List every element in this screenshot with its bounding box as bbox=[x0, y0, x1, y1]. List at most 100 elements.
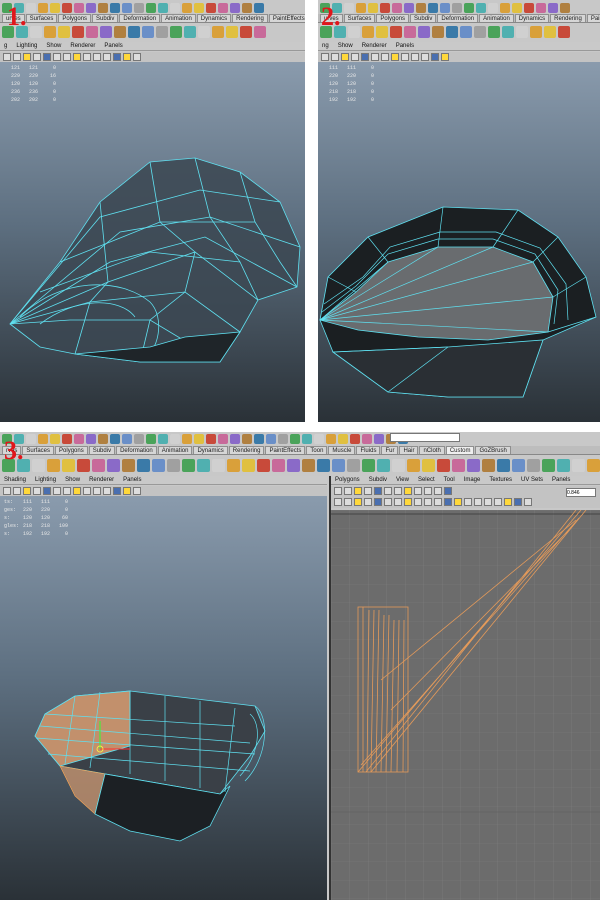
panel-tool-icon[interactable] bbox=[374, 498, 382, 506]
menu-item[interactable]: Panels bbox=[552, 476, 570, 484]
shelf-tab[interactable]: Rendering bbox=[228, 446, 265, 454]
panel-tool-icon[interactable] bbox=[514, 498, 522, 506]
panel-tool-icon[interactable] bbox=[93, 487, 101, 495]
shelf-tool-icon[interactable] bbox=[182, 2, 192, 13]
shelf-tool-icon[interactable] bbox=[497, 458, 510, 472]
shelf-tool-icon[interactable] bbox=[428, 2, 438, 13]
panel-tool-icon[interactable] bbox=[63, 53, 71, 61]
shelf-tool-icon[interactable] bbox=[92, 458, 105, 472]
shelf-tool-icon[interactable] bbox=[156, 25, 168, 38]
shelf-tab[interactable]: Surfaces bbox=[25, 14, 58, 22]
shelf-tab[interactable]: PaintEffects bbox=[268, 14, 305, 22]
shelf-tool-icon[interactable] bbox=[86, 433, 96, 444]
shelf-tool-icon[interactable] bbox=[134, 433, 144, 444]
panel-tool-icon[interactable] bbox=[3, 487, 11, 495]
panel-tool-icon[interactable] bbox=[494, 498, 502, 506]
shelf-tab[interactable]: PaintEffects bbox=[586, 14, 600, 22]
shelf-tool-icon[interactable] bbox=[158, 2, 168, 13]
panel-tool-icon[interactable] bbox=[83, 487, 91, 495]
shelf-tool-icon[interactable] bbox=[212, 458, 225, 472]
shelf-tool-icon[interactable] bbox=[338, 433, 348, 444]
shelf-tool-icon[interactable] bbox=[122, 2, 132, 13]
panel-tool-icon[interactable] bbox=[113, 53, 121, 61]
shelf-tool-icon[interactable] bbox=[344, 2, 354, 13]
panel-tool-icon[interactable] bbox=[354, 498, 362, 506]
shelf-tool-icon[interactable] bbox=[206, 433, 216, 444]
panel-tool-icon[interactable] bbox=[3, 53, 11, 61]
shelf-tool-icon[interactable] bbox=[467, 458, 480, 472]
panel-tool-icon[interactable] bbox=[113, 487, 121, 495]
shelf-tool-icon[interactable] bbox=[524, 2, 534, 13]
shelf-tool-icon[interactable] bbox=[206, 2, 216, 13]
shelf-tab[interactable]: Hair bbox=[399, 446, 419, 454]
shelf-tool-icon[interactable] bbox=[290, 433, 300, 444]
shelf-tab[interactable]: Toon bbox=[306, 446, 328, 454]
shelf-tool-icon[interactable] bbox=[254, 2, 264, 13]
panel-tool-icon[interactable] bbox=[53, 53, 61, 61]
panel-tool-icon[interactable] bbox=[73, 53, 81, 61]
shelf-tool-icon[interactable] bbox=[197, 458, 210, 472]
shelf-tab[interactable]: Fur bbox=[381, 446, 399, 454]
menu-item[interactable]: Textures bbox=[489, 476, 512, 484]
panel-tool-icon[interactable] bbox=[23, 487, 31, 495]
panel-tool-icon[interactable] bbox=[384, 498, 392, 506]
shelf-tool-icon[interactable] bbox=[142, 25, 154, 38]
shelf-tool-icon[interactable] bbox=[257, 458, 270, 472]
shelf-tool-icon[interactable] bbox=[326, 433, 336, 444]
panel-tool-icon[interactable] bbox=[23, 53, 31, 61]
shelf-tool-icon[interactable] bbox=[287, 458, 300, 472]
shelf-tool-icon[interactable] bbox=[404, 2, 414, 13]
shelf-tool-icon[interactable] bbox=[302, 433, 312, 444]
shelf-tool-icon[interactable] bbox=[128, 25, 140, 38]
shelf-tab[interactable]: Dynamics bbox=[193, 446, 228, 454]
shelf-tool-icon[interactable] bbox=[516, 25, 528, 38]
shelf-tool-icon[interactable] bbox=[542, 458, 555, 472]
panel-tool-icon[interactable] bbox=[431, 53, 439, 61]
panel-tool-icon[interactable] bbox=[354, 487, 362, 495]
shelf-tool-icon[interactable] bbox=[418, 25, 430, 38]
panel-tool-icon[interactable] bbox=[43, 487, 51, 495]
panel-tool-icon[interactable] bbox=[374, 487, 382, 495]
panel-tool-icon[interactable] bbox=[83, 53, 91, 61]
shelf-tool-icon[interactable] bbox=[114, 25, 126, 38]
panel-tool-icon[interactable] bbox=[464, 498, 472, 506]
panel-tool-icon[interactable] bbox=[371, 53, 379, 61]
shelf-tool-icon[interactable] bbox=[482, 458, 495, 472]
shelf-tab[interactable]: Deformation bbox=[119, 14, 161, 22]
shelf-tool-icon[interactable] bbox=[254, 25, 266, 38]
panel-tool-icon[interactable] bbox=[394, 498, 402, 506]
shelf-tool-icon[interactable] bbox=[86, 25, 98, 38]
shelf-tab[interactable]: Dynamics bbox=[196, 14, 232, 22]
shelf-tool-icon[interactable] bbox=[530, 25, 542, 38]
shelf-tool-icon[interactable] bbox=[347, 458, 360, 472]
shelf-tool-icon[interactable] bbox=[464, 2, 474, 13]
shelf-tool-icon[interactable] bbox=[446, 25, 458, 38]
panel-tool-icon[interactable] bbox=[33, 487, 41, 495]
shelf-tool-icon[interactable] bbox=[158, 433, 168, 444]
panel-tool-icon[interactable] bbox=[474, 498, 482, 506]
menu-item[interactable]: Panels bbox=[104, 42, 122, 50]
shelf-tool-icon[interactable] bbox=[380, 2, 390, 13]
panel-tool-icon[interactable] bbox=[351, 53, 359, 61]
panel-tool-icon[interactable] bbox=[133, 53, 141, 61]
shelf-tool-icon[interactable] bbox=[44, 25, 56, 38]
shelf-tool-icon[interactable] bbox=[362, 458, 375, 472]
menu-item[interactable]: View bbox=[396, 476, 409, 484]
shelf-tool-icon[interactable] bbox=[587, 458, 600, 472]
shelf-tab[interactable]: Rendering bbox=[232, 14, 268, 22]
shelf-tool-icon[interactable] bbox=[38, 2, 48, 13]
shelf-tool-icon[interactable] bbox=[110, 2, 120, 13]
shelf-tab[interactable]: Subdiv bbox=[410, 14, 437, 22]
shelf-tool-icon[interactable] bbox=[122, 433, 132, 444]
menu-item[interactable]: Panels bbox=[396, 42, 414, 50]
shelf-tool-icon[interactable] bbox=[194, 2, 204, 13]
shelf-tab[interactable]: Animation bbox=[479, 14, 514, 22]
shelf-tool-icon[interactable] bbox=[548, 2, 558, 13]
panel-tool-icon[interactable] bbox=[361, 53, 369, 61]
menu-item[interactable]: Tool bbox=[444, 476, 455, 484]
panel-tool-icon[interactable] bbox=[504, 498, 512, 506]
shelf-tool-icon[interactable] bbox=[488, 2, 498, 13]
shelf-tool-icon[interactable] bbox=[62, 458, 75, 472]
shelf-tab[interactable]: Muscle bbox=[328, 446, 356, 454]
shelf-tool-icon[interactable] bbox=[32, 458, 45, 472]
